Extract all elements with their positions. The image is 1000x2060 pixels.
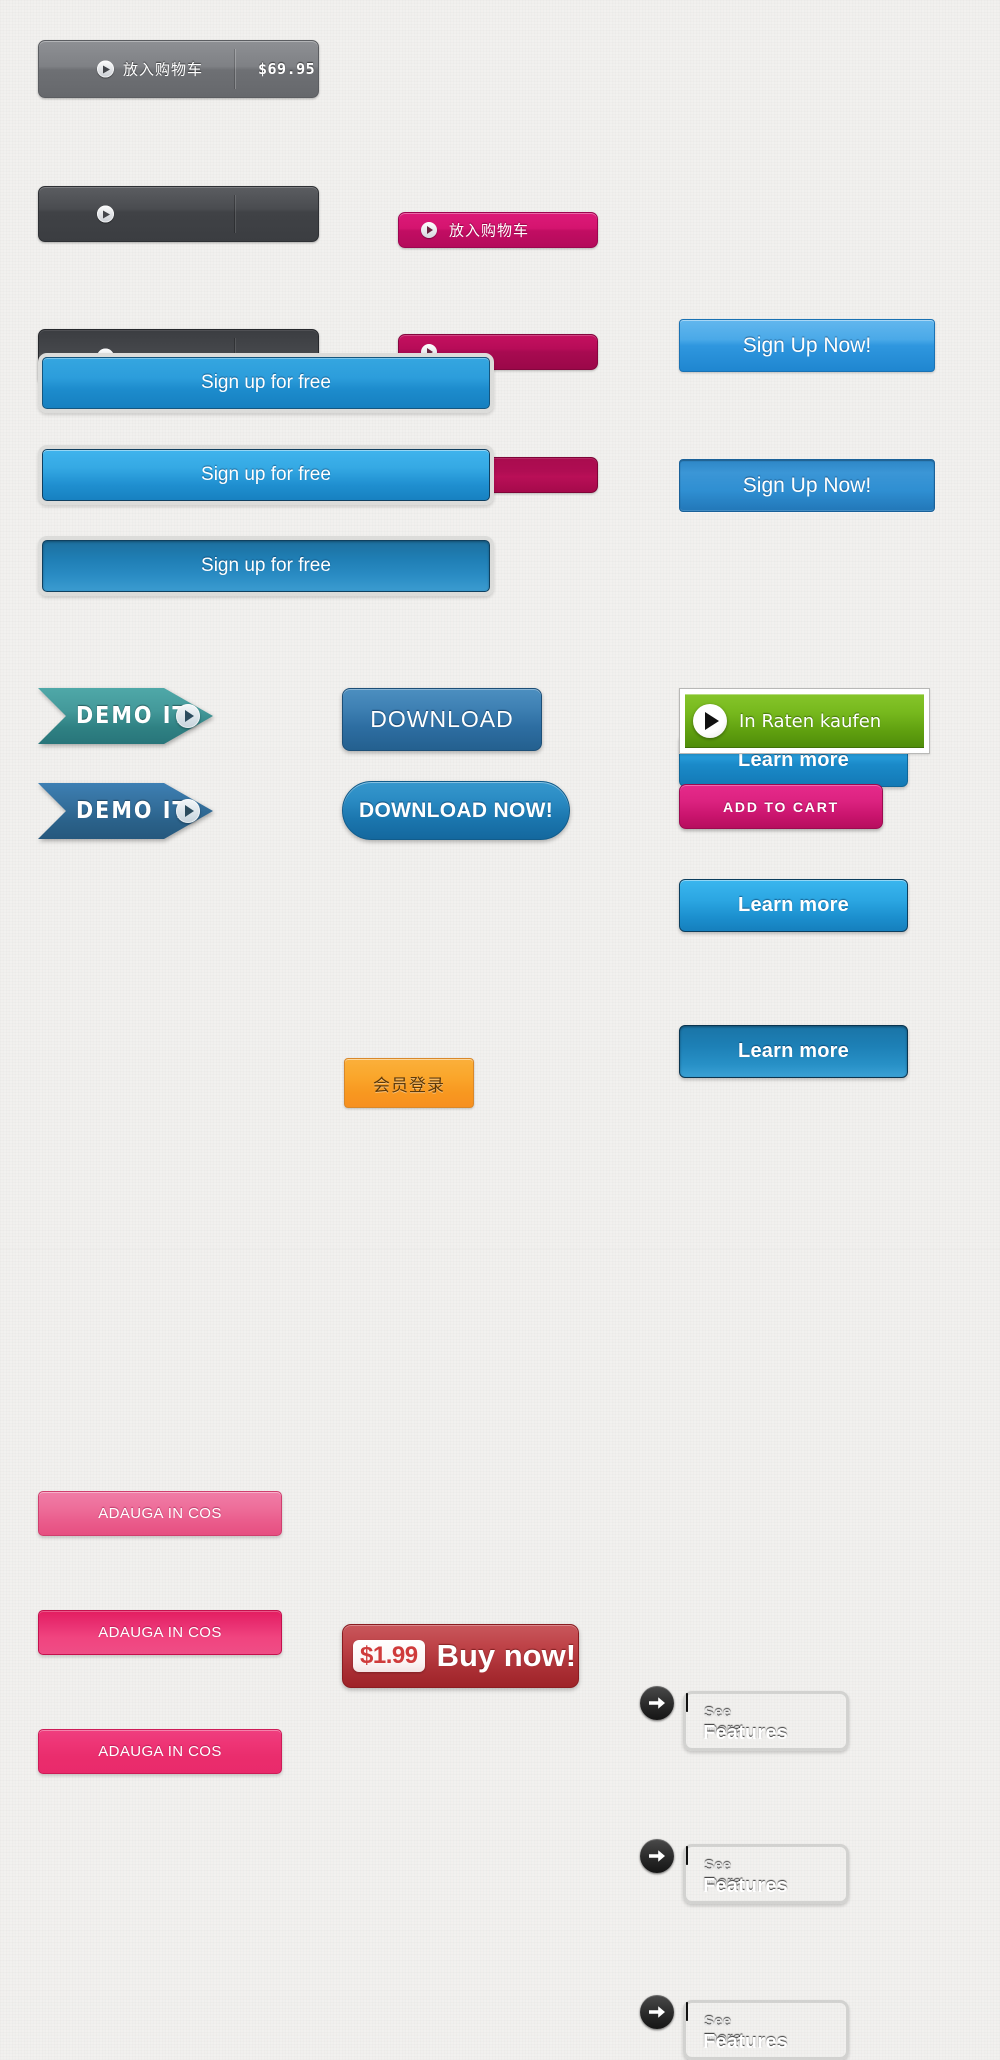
buy-now-button[interactable]: $1.99 Buy now! [342,1624,579,1688]
member-login-button[interactable]: 会员登录 [344,1058,474,1108]
adauga-in-cos-button-normal[interactable]: ADAUGA IN COS [38,1491,282,1536]
play-circle-icon-wrap [421,222,437,238]
add-to-cart-pink-button[interactable]: ADD TO CART [679,784,883,829]
play-circle-icon [693,704,727,738]
play-circle-icon-wrap [97,60,114,78]
adauga-in-cos-label: ADAUGA IN COS [98,1624,222,1641]
in-raten-kaufen-button[interactable]: In Raten kaufen [679,688,930,754]
sign-up-now-button-active[interactable]: Sign Up Now! [679,459,935,512]
download-now-button[interactable]: DOWNLOAD NOW! [342,781,570,840]
play-circle-icon-wrap [176,799,200,823]
adauga-in-cos-button-active[interactable]: ADAUGA IN COS [38,1729,282,1774]
adauga-in-cos-label: ADAUGA IN COS [98,1743,222,1760]
see-more-features-button-hover[interactable]: See more Features [640,1838,849,1904]
button-divider [235,49,236,89]
buy-now-label: Buy now! [436,1638,577,1673]
sign-up-for-free-button-active[interactable]: Sign up for free [38,536,494,596]
play-circle-icon [97,60,114,78]
button-divider [235,195,236,233]
button-face: Sign up for free [42,449,490,501]
adauga-in-cos-button-hover[interactable]: ADAUGA IN COS [38,1610,282,1655]
download-now-label: DOWNLOAD NOW! [358,798,554,822]
sign-up-for-free-label: Sign up for free [201,555,331,576]
price-badge: $1.99 [353,1639,425,1673]
see-more-features-button-active[interactable]: See more Features [640,1994,849,2060]
learn-more-label: Learn more [738,1040,849,1062]
price-label: $69.95 [258,60,316,78]
download-label: DOWNLOAD [370,706,514,732]
play-circle-icon-wrap [176,704,200,728]
button-face: See more Features [640,1685,788,1744]
button-face: Sign up for free [42,357,490,409]
button-face: Sign up for free [42,540,490,592]
download-button[interactable]: DOWNLOAD [342,688,542,751]
add-to-cart-label: 放入购物车 [123,60,204,79]
demo-it-ribbon-blue[interactable]: DEMO IT [38,783,213,839]
learn-more-button-active[interactable]: Learn more [679,1025,908,1078]
learn-more-button-hover[interactable]: Learn more [679,879,908,932]
sign-up-for-free-label: Sign up for free [201,372,331,393]
sign-up-now-button-normal[interactable]: Sign Up Now! [679,319,935,372]
demo-it-label: DEMO IT [76,798,189,824]
play-circle-icon [176,799,200,823]
sign-up-for-free-label: Sign up for free [201,464,331,485]
sign-up-for-free-button-normal[interactable]: Sign up for free [38,353,494,413]
add-to-cart-label: 放入购物车 [449,221,530,240]
sign-up-now-label: Sign Up Now! [742,473,872,497]
member-login-label: 会员登录 [373,1075,445,1096]
button-face: In Raten kaufen [685,694,924,748]
add-to-cart-gray-button-normal[interactable]: 放入购物车 $69.95 [38,40,319,98]
learn-more-label: Learn more [738,894,849,916]
sign-up-for-free-button-hover[interactable]: Sign up for free [38,445,494,505]
play-circle-icon-wrap [693,704,727,738]
add-to-cart-magenta-button-normal[interactable]: 放入购物车 [398,212,598,248]
add-to-cart-gray-button-hover[interactable] [38,186,319,242]
button-showcase-canvas: 放入购物车 $69.95 放入购物车 Sign Up Now! Sign Up … [0,0,1000,2060]
demo-it-ribbon-teal[interactable]: DEMO IT [38,688,213,744]
play-circle-icon [176,704,200,728]
button-face: See more Features [640,1838,788,1897]
see-more-features-button-normal[interactable]: See more Features [640,1685,849,1751]
button-face: See more Features [640,1994,788,2053]
play-circle-icon [97,205,114,223]
in-raten-kaufen-label: In Raten kaufen [739,710,882,732]
demo-it-label: DEMO IT [76,703,189,729]
adauga-in-cos-label: ADAUGA IN COS [98,1505,222,1522]
sign-up-now-label: Sign Up Now! [742,333,872,357]
play-circle-icon [421,222,437,238]
add-to-cart-label: ADD TO CART [723,798,839,815]
play-circle-icon-wrap [97,205,114,223]
